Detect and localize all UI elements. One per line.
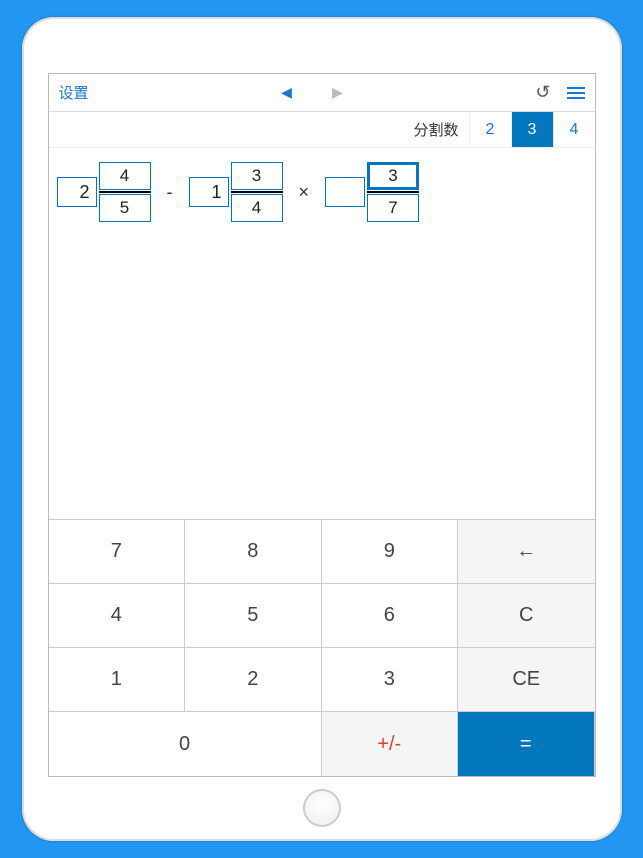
next-arrow-icon[interactable]: ▶ [332,84,343,101]
numerator-input-1[interactable]: 4 [99,162,151,190]
whole-input-3[interactable] [325,177,365,207]
prev-arrow-icon[interactable]: ◀ [281,84,292,101]
denominator-input-2[interactable]: 4 [231,194,283,222]
split-option-4[interactable]: 4 [553,112,595,147]
key-1[interactable]: 1 [49,648,186,712]
denominator-input-3[interactable]: 7 [367,194,419,222]
numerator-input-2[interactable]: 3 [231,162,283,190]
keypad: 7 8 9 ← 4 5 6 C 1 2 3 CE 0 +/- = [49,519,595,776]
fraction-bar [99,191,151,193]
key-5[interactable]: 5 [185,584,322,648]
split-option-2[interactable]: 2 [469,112,511,147]
denominator-input-1[interactable]: 5 [99,194,151,222]
key-equals[interactable]: = [458,712,595,776]
fraction-term-3: 3 7 [325,162,419,222]
home-button[interactable] [303,789,341,827]
split-count-row: 分割数 2 3 4 [49,112,595,148]
menu-icon[interactable] [567,87,585,99]
key-3[interactable]: 3 [322,648,459,712]
key-clear-entry[interactable]: CE [458,648,595,712]
undo-icon[interactable]: ↺ [535,82,550,103]
key-0[interactable]: 0 [49,712,322,776]
key-8[interactable]: 8 [185,520,322,584]
key-backspace[interactable]: ← [458,520,595,584]
key-4[interactable]: 4 [49,584,186,648]
key-plus-minus[interactable]: +/- [322,712,459,776]
app-screen: 设置 ◀ ▶ ↺ 分割数 2 3 4 2 4 [48,73,596,777]
split-count-label: 分割数 [403,112,468,147]
whole-input-2[interactable]: 1 [189,177,229,207]
key-2[interactable]: 2 [185,648,322,712]
topbar: 设置 ◀ ▶ ↺ [49,74,595,112]
key-7[interactable]: 7 [49,520,186,584]
key-clear[interactable]: C [458,584,595,648]
key-6[interactable]: 6 [322,584,459,648]
key-9[interactable]: 9 [322,520,459,584]
numerator-input-3[interactable]: 3 [367,162,419,190]
fraction-bar [231,191,283,193]
fraction-bar [367,191,419,193]
settings-link[interactable]: 设置 [59,82,89,103]
whole-input-1[interactable]: 2 [57,177,97,207]
operator-1[interactable]: - [161,182,179,203]
tablet-frame: 设置 ◀ ▶ ↺ 分割数 2 3 4 2 4 [22,17,622,841]
operator-2[interactable]: × [293,182,316,203]
history-nav: ◀ ▶ [89,84,536,101]
expression-area: 2 4 5 - 1 3 4 × [49,148,595,519]
fraction-term-1: 2 4 5 [57,162,151,222]
split-option-3[interactable]: 3 [511,112,553,147]
fraction-term-2: 1 3 4 [189,162,283,222]
expression-row: 2 4 5 - 1 3 4 × [57,162,587,222]
